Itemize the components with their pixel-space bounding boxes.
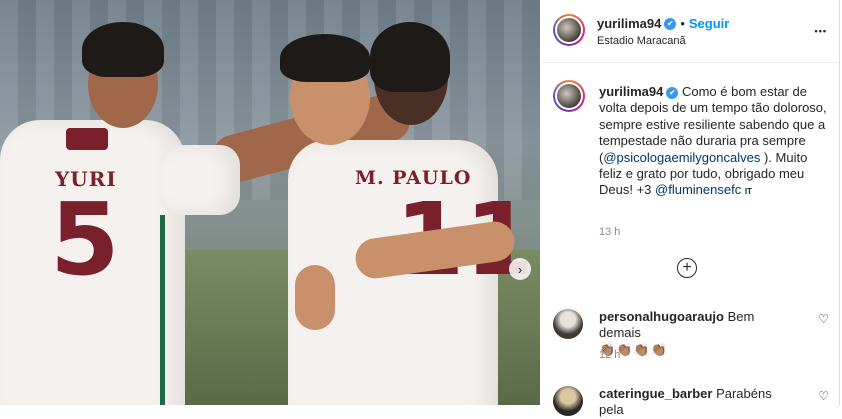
comment-text: cateringue_barber Parabéns pela: [599, 386, 799, 419]
commenter-username[interactable]: cateringue_barber: [599, 386, 712, 401]
follow-button[interactable]: Seguir: [689, 16, 729, 31]
caption-username[interactable]: yurilima94: [599, 84, 663, 99]
post-details-panel: yurilima94 ✔ • Seguir Estadio Maracanã ••• …: [541, 0, 839, 417]
more-options-icon[interactable]: •••: [815, 26, 827, 36]
collar-stripe: [66, 128, 108, 150]
like-comment-heart-icon[interactable]: ♡: [818, 311, 829, 327]
post-header: yurilima94 ✔ • Seguir Estadio Maracanã •••: [541, 0, 839, 63]
mention-psicologa[interactable]: @psicologaemilygoncalves: [603, 150, 760, 165]
commenter-avatar[interactable]: [553, 309, 583, 339]
chevron-right-icon: ›: [517, 261, 523, 277]
like-comment-heart-icon[interactable]: ♡: [818, 388, 829, 404]
header-title-row: yurilima94 ✔ • Seguir: [597, 15, 729, 33]
player-right-hair: [370, 22, 450, 92]
comment-text: personalhugoaraujo Bem demais 👏🏽👏🏽👏🏽👏🏽: [599, 309, 799, 358]
commenter-avatar[interactable]: [553, 386, 583, 416]
post-photo[interactable]: YURI 5 M. PAULO 11 ›: [0, 0, 540, 405]
caption-avatar[interactable]: [553, 80, 585, 112]
verified-badge-icon: ✔: [664, 17, 677, 30]
caption-time: 13 h: [599, 226, 621, 238]
author-username[interactable]: yurilima94: [597, 16, 661, 31]
player-left-sleeve: [160, 145, 240, 215]
lower-arm: [295, 265, 335, 330]
comment-item: cateringue_barber Parabéns pela ♡: [553, 386, 833, 419]
avatar-image: [557, 18, 581, 42]
caption-verified-badge-icon: ✔: [666, 86, 679, 99]
post-caption: yurilima94 ✔ Como é bom estar de volta de…: [553, 80, 833, 250]
carousel-next-button[interactable]: ›: [509, 258, 531, 280]
player-left-hair: [82, 22, 164, 77]
comment-item: personalhugoaraujo Bem demais 👏🏽👏🏽👏🏽👏🏽 ♡…: [553, 309, 833, 369]
post-location[interactable]: Estadio Maracanã: [597, 35, 686, 47]
commenter-username[interactable]: personalhugoaraujo: [599, 309, 724, 324]
caption-avatar-image: [557, 84, 581, 108]
author-avatar[interactable]: [553, 14, 585, 46]
shirt-left-number: 5: [50, 181, 120, 298]
separator-dot: •: [680, 16, 685, 31]
comment-time: 12 h: [599, 349, 621, 361]
mention-fluminense[interactable]: @fluminensefc: [655, 182, 741, 197]
translate-label[interactable]: IT: [745, 187, 752, 196]
side-stripe: [160, 215, 165, 405]
add-comment-plus-icon[interactable]: +: [677, 258, 697, 278]
player-middle-hair: [280, 34, 370, 82]
caption-text: yurilima94 ✔ Como é bom estar de volta de…: [599, 84, 827, 201]
